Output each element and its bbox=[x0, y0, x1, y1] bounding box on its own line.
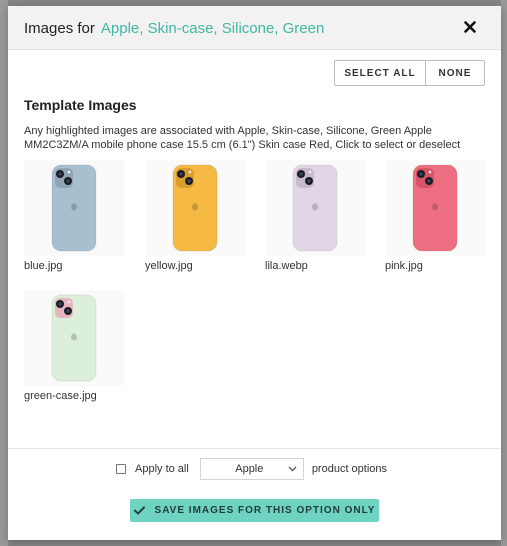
background-page-edge-left bbox=[0, 0, 8, 546]
modal-header: Images for Apple, Skin-case, Silicone, Gr… bbox=[8, 6, 501, 50]
image-thumbnail[interactable]: green-case.jpg bbox=[24, 290, 124, 410]
section-title: Template Images bbox=[24, 97, 137, 113]
image-filename: green-case.jpg bbox=[24, 390, 97, 402]
apply-to-all-label: Apply to all bbox=[135, 463, 189, 475]
checkmark-icon bbox=[133, 506, 145, 515]
image-filename: lila.webp bbox=[265, 260, 308, 272]
section-description: Any highlighted images are associated wi… bbox=[24, 125, 461, 151]
close-button[interactable] bbox=[458, 15, 482, 39]
chevron-down-icon bbox=[288, 466, 297, 472]
background-page-edge-right bbox=[501, 0, 507, 546]
image-filename: pink.jpg bbox=[385, 260, 423, 272]
modal-title-option: Apple, Skin-case, Silicone, Green bbox=[100, 20, 325, 37]
selection-button-group: SELECT ALL NONE bbox=[334, 60, 485, 86]
select-none-button[interactable]: NONE bbox=[426, 61, 484, 85]
image-filename: yellow.jpg bbox=[145, 260, 193, 272]
apply-to-all-row: Apply to all Apple product options bbox=[116, 458, 387, 480]
brand-select-value: Apple bbox=[235, 463, 264, 475]
image-filename: blue.jpg bbox=[24, 260, 63, 272]
modal-title: Images for Apple, Skin-case, Silicone, Gr… bbox=[24, 20, 324, 37]
save-images-label: SAVE IMAGES FOR THIS OPTION ONLY bbox=[154, 505, 376, 516]
image-thumbnail[interactable]: pink.jpg bbox=[385, 160, 485, 280]
product-options-label: product options bbox=[311, 463, 388, 475]
image-thumbnail[interactable]: blue.jpg bbox=[24, 160, 124, 280]
apply-to-all-checkbox[interactable] bbox=[116, 464, 126, 474]
image-thumbnail[interactable]: lila.webp bbox=[265, 160, 365, 280]
brand-select[interactable]: Apple bbox=[199, 458, 304, 480]
save-images-button[interactable]: SAVE IMAGES FOR THIS OPTION ONLY bbox=[130, 499, 379, 522]
footer-divider bbox=[8, 448, 501, 449]
phone-case-image bbox=[145, 160, 245, 256]
phone-case-image bbox=[24, 290, 124, 386]
close-icon bbox=[464, 21, 476, 33]
images-modal: Images for Apple, Skin-case, Silicone, Gr… bbox=[8, 6, 501, 540]
image-thumbnail[interactable]: yellow.jpg bbox=[145, 160, 245, 280]
phone-case-image bbox=[265, 160, 365, 256]
modal-title-prefix: Images for bbox=[24, 20, 95, 37]
phone-case-image bbox=[24, 160, 124, 256]
select-all-button[interactable]: SELECT ALL bbox=[335, 61, 426, 85]
phone-case-image bbox=[385, 160, 485, 256]
